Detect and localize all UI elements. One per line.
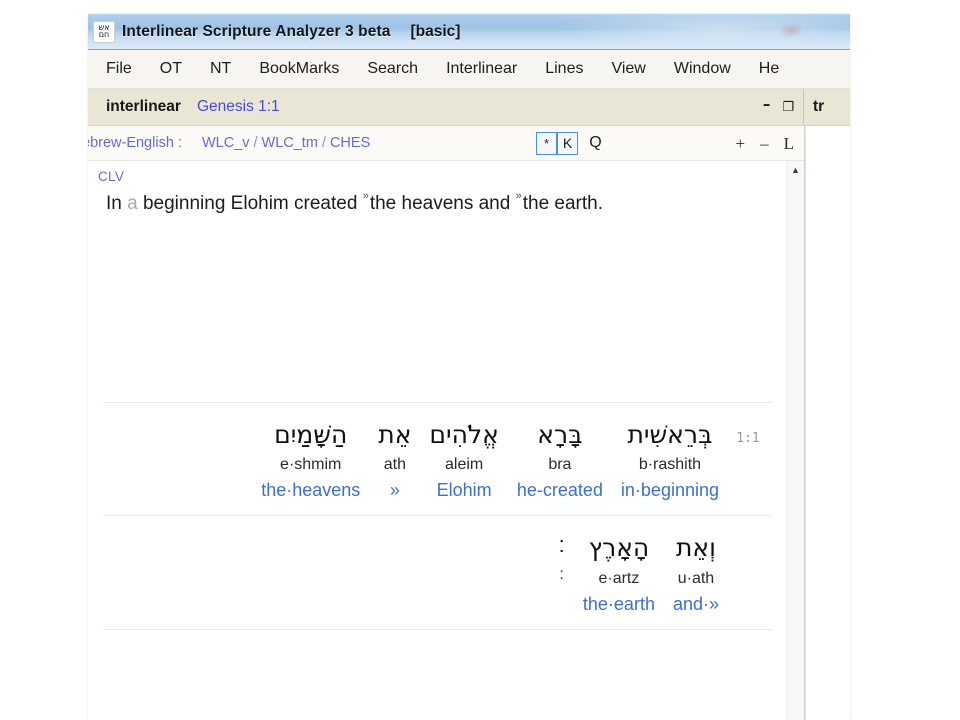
- menu-item-lines[interactable]: Lines: [545, 60, 583, 78]
- version-wlc-v[interactable]: WLC_v: [202, 135, 250, 151]
- version-ches[interactable]: CHES: [330, 135, 370, 151]
- title-bar-glass-reflection: [778, 22, 804, 38]
- object-marker-icon-2: »: [515, 190, 522, 202]
- menu-item-file[interactable]: File: [106, 60, 132, 78]
- verse-area: 1:1 בְּרֵאשִׁית b·rashith in·beginning ב…: [88, 402, 786, 630]
- minimize-icon[interactable]: –: [763, 96, 771, 112]
- interlinear-row: וְאֵת u·ath and·» הָאָרֶץ e·artz the·ear…: [88, 516, 786, 628]
- menu-item-search[interactable]: Search: [367, 60, 418, 78]
- tab-translation-label: tr: [813, 98, 825, 115]
- verse-reference: 1:1: [736, 431, 760, 446]
- interlinear-pane: ebrew-English : WLC_v / WLC_tm / CHES * K Q …: [88, 126, 805, 720]
- hebrew-word: בְּרֵאשִׁית: [627, 420, 713, 449]
- transliteration: aleim: [445, 456, 484, 474]
- layout-button[interactable]: L: [784, 135, 794, 152]
- interlinear-content: CLV In a beginning Elohim created »the h…: [88, 161, 786, 720]
- transliteration: e·artz: [598, 569, 640, 587]
- row-divider-bottom: [103, 628, 771, 630]
- version-list: WLC_v / WLC_tm / CHES: [202, 135, 370, 151]
- version-wlc-tm[interactable]: WLC_tm: [262, 135, 318, 151]
- menu-bar: File OT NT BookMarks Search Interlinear …: [88, 50, 850, 89]
- mode-button-kethiv[interactable]: K: [557, 131, 578, 155]
- title-bar: אש חם Interlinear Scripture Analyzer 3 b…: [88, 14, 850, 50]
- mode-button-group: * K Q: [536, 131, 606, 155]
- menu-item-ot[interactable]: OT: [160, 60, 182, 78]
- hebrew-word: וְאֵת: [675, 533, 716, 563]
- hebrew-word: בָּרָא: [537, 420, 583, 449]
- gloss[interactable]: »: [378, 480, 411, 501]
- gloss[interactable]: and·»: [673, 594, 719, 615]
- menu-item-view[interactable]: View: [611, 60, 645, 78]
- hebrew-word: הַשָּׁמַיִם: [274, 420, 348, 449]
- transliteration: e·shmim: [280, 456, 342, 474]
- language-pair-label: ebrew-English :: [88, 135, 182, 151]
- menu-item-help[interactable]: He: [759, 60, 779, 78]
- clv-part-6: the earth.: [522, 193, 604, 214]
- menu-item-interlinear[interactable]: Interlinear: [446, 60, 517, 78]
- clv-translation-block: CLV In a beginning Elohim created »the h…: [88, 161, 786, 215]
- window-title: Interlinear Scripture Analyzer 3 beta: [122, 22, 391, 40]
- window-mode-label: [basic]: [410, 22, 461, 40]
- clv-part-2: beginning Elohim created: [137, 193, 363, 214]
- sof-pasuq-icon: ׃: [558, 533, 565, 559]
- scroll-up-arrow-icon[interactable]: ▲: [791, 166, 800, 175]
- source-toolbar: ebrew-English : WLC_v / WLC_tm / CHES * K Q …: [88, 126, 804, 161]
- interlinear-word[interactable]: בְּרֵאשִׁית b·rashith in·beginning: [612, 419, 728, 501]
- tab-translation[interactable]: tr: [804, 89, 850, 125]
- interlinear-word[interactable]: הַשָּׁמַיִם e·shmim the·heavens: [252, 419, 369, 501]
- restore-icon[interactable]: ❐: [782, 101, 794, 114]
- hebrew-word: אֵת: [378, 420, 412, 449]
- hebrew-word: אֱלֹהִים: [429, 420, 499, 449]
- mode-button-qere[interactable]: Q: [585, 132, 606, 155]
- menu-item-bookmarks[interactable]: BookMarks: [259, 60, 339, 78]
- object-marker-icon-1: »: [362, 190, 369, 202]
- clv-part-1-dim: a: [127, 193, 138, 214]
- gloss[interactable]: he-created: [517, 480, 603, 501]
- scroll-host: CLV In a beginning Elohim created »the h…: [88, 161, 804, 720]
- gloss[interactable]: the·earth: [583, 594, 655, 615]
- caption-buttons: – ❐: [763, 89, 794, 125]
- interlinear-word[interactable]: הָאָרֶץ e·artz the·earth: [574, 532, 664, 614]
- transliteration: bra: [548, 456, 572, 474]
- zoom-control-group: + – L: [736, 135, 794, 152]
- tab-interlinear-reference[interactable]: Genesis 1:1: [197, 98, 280, 116]
- panes-container: ebrew-English : WLC_v / WLC_tm / CHES * K Q …: [88, 126, 850, 720]
- version-separator-1: /: [253, 135, 258, 151]
- application-window: אש חם Interlinear Scripture Analyzer 3 b…: [88, 14, 850, 720]
- interlinear-row: 1:1 בְּרֵאשִׁית b·rashith in·beginning ב…: [88, 403, 786, 515]
- clv-part-0: In: [106, 193, 128, 214]
- transliteration: ath: [383, 456, 406, 474]
- transliteration: u·ath: [677, 569, 715, 587]
- mode-button-asterisk[interactable]: *: [536, 131, 557, 155]
- gloss[interactable]: in·beginning: [621, 480, 719, 501]
- zoom-in-button[interactable]: +: [736, 135, 746, 152]
- clv-part-4: the heavens and: [369, 193, 516, 214]
- vertical-scrollbar[interactable]: ▲: [786, 161, 804, 720]
- tab-interlinear-label: interlinear: [106, 98, 181, 115]
- interlinear-word[interactable]: בָּרָא bra he-created: [508, 419, 612, 501]
- verse-end-punctuation: ׃ :: [549, 532, 574, 590]
- interlinear-word[interactable]: אֵת ath »: [369, 419, 420, 501]
- transliteration: b·rashith: [638, 456, 702, 474]
- version-separator-2: /: [321, 135, 326, 151]
- child-window-tab-row: interlinear Genesis 1:1 – ❐ tr: [88, 89, 850, 126]
- gloss[interactable]: the·heavens: [261, 480, 360, 501]
- menu-item-nt[interactable]: NT: [210, 60, 231, 78]
- interlinear-word[interactable]: אֱלֹהִים aleim Elohim: [420, 419, 507, 501]
- app-icon: אש חם: [93, 20, 115, 43]
- app-icon-glyph-bottom: חם: [98, 29, 110, 39]
- interlinear-word[interactable]: וְאֵת u·ath and·»: [664, 532, 728, 614]
- sof-pasuq-translit: :: [559, 565, 564, 583]
- gloss[interactable]: Elohim: [429, 480, 498, 501]
- hebrew-word: הָאָרֶץ: [588, 533, 650, 563]
- tab-interlinear[interactable]: interlinear Genesis 1:1 – ❐: [88, 89, 804, 125]
- menu-item-window[interactable]: Window: [674, 60, 731, 78]
- clv-translation-text: In a beginning Elohim created »the heave…: [106, 190, 786, 215]
- clv-version-tag[interactable]: CLV: [98, 169, 786, 184]
- translation-pane: [805, 126, 850, 720]
- zoom-out-button[interactable]: –: [760, 135, 769, 152]
